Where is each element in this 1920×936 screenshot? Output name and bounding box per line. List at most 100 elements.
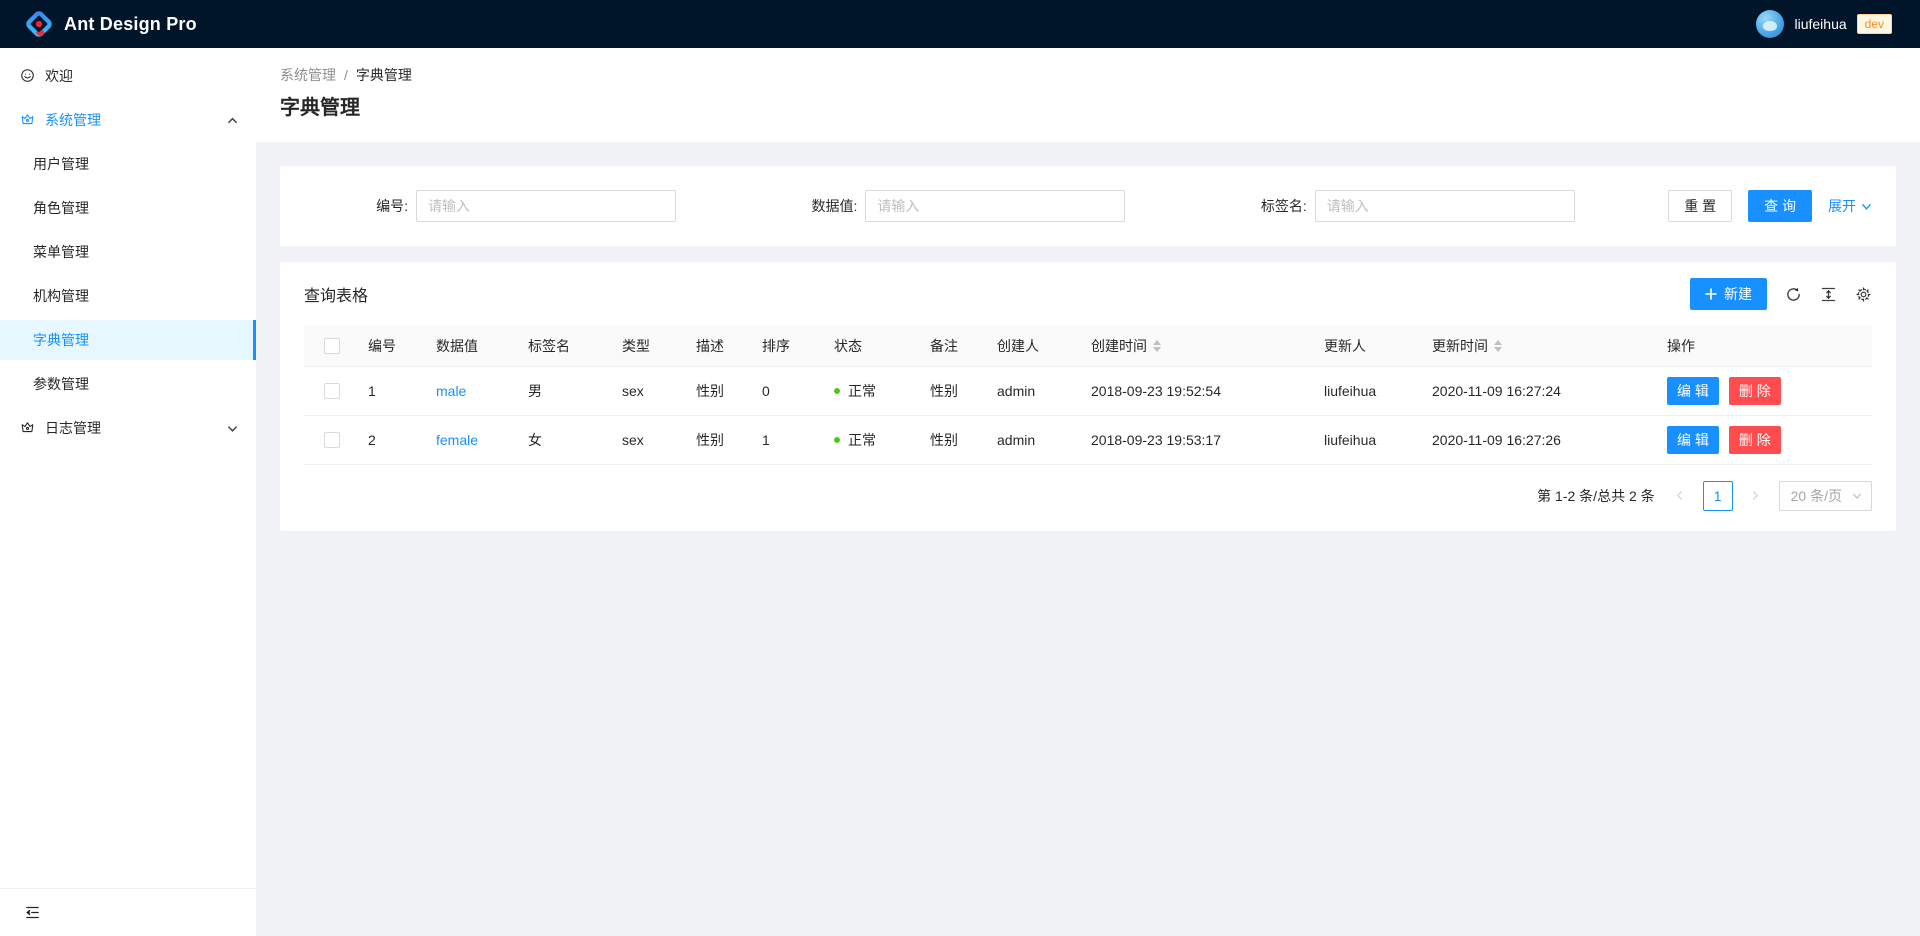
- new-button-label: 新建: [1724, 284, 1752, 304]
- page-size-select[interactable]: 20 条/页: [1779, 481, 1872, 511]
- cell-type: sex: [614, 366, 688, 415]
- search-field-id: 编号:: [304, 190, 753, 222]
- cell-sort: 1: [754, 415, 826, 464]
- crown-icon: [20, 112, 36, 128]
- search-field-tag-input[interactable]: [1315, 190, 1575, 222]
- sidebar-item-label: 机构管理: [33, 286, 89, 306]
- cell-tag: 男: [520, 366, 614, 415]
- breadcrumb-current: 字典管理: [356, 64, 412, 86]
- table-card: 查询表格 新建: [280, 262, 1896, 531]
- sidebar-item-param-management[interactable]: 参数管理: [0, 364, 256, 404]
- reset-button[interactable]: 重 置: [1668, 190, 1732, 222]
- user-avatar[interactable]: [1756, 10, 1784, 38]
- toolbar-actions: 新建: [1690, 278, 1872, 310]
- query-button[interactable]: 查 询: [1748, 190, 1812, 222]
- prev-page-icon[interactable]: [1665, 481, 1695, 511]
- search-form-card: 编号: 数据值: 标签名: 重 置 查 询 展开: [280, 166, 1896, 246]
- sidebar-item-label: 系统管理: [45, 110, 101, 130]
- sidebar-item-label: 角色管理: [33, 198, 89, 218]
- reload-icon[interactable]: [1785, 286, 1802, 303]
- sidebar-footer: [0, 888, 256, 936]
- sidebar-item-system-management[interactable]: 系统管理: [0, 100, 256, 140]
- sidebar-item-welcome[interactable]: 欢迎: [0, 56, 256, 96]
- page-number-1[interactable]: 1: [1703, 481, 1733, 511]
- row-checkbox[interactable]: [324, 432, 340, 448]
- edit-button[interactable]: 编 辑: [1667, 426, 1719, 454]
- cell-create-time: 2018-09-23 19:53:17: [1083, 415, 1316, 464]
- select-all-checkbox[interactable]: [324, 338, 340, 354]
- search-field-value: 数据值:: [753, 190, 1202, 222]
- chevron-down-icon: [1861, 201, 1872, 212]
- delete-button[interactable]: 删 除: [1729, 426, 1781, 454]
- sidebar-item-label: 日志管理: [45, 418, 101, 438]
- sort-carets-icon[interactable]: [1153, 340, 1161, 352]
- edit-button[interactable]: 编 辑: [1667, 377, 1719, 405]
- username[interactable]: liufeihua: [1794, 16, 1846, 32]
- top-header: Ant Design Pro liufeihua dev: [0, 0, 1920, 48]
- search-field-tag: 标签名:: [1203, 190, 1652, 222]
- table-header-row: 编号 数据值 标签名 类型 描述 排序 状态 备注 创建人 创建时间: [304, 326, 1872, 366]
- main: 编号: 数据值: 标签名: 重 置 查 询 展开: [256, 142, 1920, 936]
- cell-tag: 女: [520, 415, 614, 464]
- cell-type: sex: [614, 415, 688, 464]
- app-logo-area[interactable]: Ant Design Pro: [16, 9, 197, 39]
- data-table: 编号 数据值 标签名 类型 描述 排序 状态 备注 创建人 创建时间: [280, 326, 1896, 465]
- cell-creator: admin: [989, 415, 1083, 464]
- menu-fold-icon[interactable]: [24, 904, 41, 921]
- table-toolbar: 查询表格 新建: [280, 262, 1896, 326]
- sidebar-item-org-management[interactable]: 机构管理: [0, 276, 256, 316]
- col-header-value: 数据值: [428, 326, 520, 366]
- header-right: liufeihua dev: [1756, 10, 1904, 38]
- sidebar-item-log-management[interactable]: 日志管理: [0, 408, 256, 448]
- smile-icon: [20, 68, 36, 84]
- col-header-actions: 操作: [1659, 326, 1872, 366]
- search-fields: 编号: 数据值: 标签名:: [304, 190, 1652, 222]
- sidebar-menu: 欢迎 系统管理 用户管理 角色管理 菜单管理: [0, 48, 256, 888]
- pagination: 第 1-2 条/总共 2 条 1 20 条/页: [280, 465, 1896, 527]
- search-field-id-input[interactable]: [416, 190, 676, 222]
- page-size-label: 20 条/页: [1791, 486, 1842, 506]
- expand-link[interactable]: 展开: [1828, 196, 1872, 216]
- ant-design-logo-icon: [24, 9, 54, 39]
- chevron-down-icon: [227, 423, 238, 434]
- expand-link-label: 展开: [1828, 196, 1856, 216]
- table-row: 2 female 女 sex 性别 1 正常: [304, 415, 1872, 464]
- search-field-value-label: 数据值:: [753, 196, 865, 216]
- row-checkbox[interactable]: [324, 383, 340, 399]
- cell-update-time: 2020-11-09 16:27:24: [1424, 366, 1659, 415]
- status-badge: 正常: [834, 430, 876, 450]
- col-header-update-time: 更新时间: [1424, 326, 1659, 366]
- table-row: 1 male 男 sex 性别 0 正常: [304, 366, 1872, 415]
- cell-update-time: 2020-11-09 16:27:26: [1424, 415, 1659, 464]
- sidebar-item-role-management[interactable]: 角色管理: [0, 188, 256, 228]
- col-header-updater: 更新人: [1316, 326, 1424, 366]
- sidebar-item-menu-management[interactable]: 菜单管理: [0, 232, 256, 272]
- cell-updater: liufeihua: [1316, 415, 1424, 464]
- pagination-total: 第 1-2 条/总共 2 条: [1537, 486, 1654, 506]
- density-icon[interactable]: [1820, 286, 1837, 303]
- settings-gear-icon[interactable]: [1855, 286, 1872, 303]
- sidebar-item-dict-management[interactable]: 字典管理: [0, 320, 256, 360]
- sidebar-item-user-management[interactable]: 用户管理: [0, 144, 256, 184]
- sidebar-item-label: 参数管理: [33, 374, 89, 394]
- search-field-value-input[interactable]: [865, 190, 1125, 222]
- new-button[interactable]: 新建: [1690, 278, 1767, 310]
- cell-value-link[interactable]: female: [436, 432, 478, 448]
- col-header-remark: 备注: [922, 326, 989, 366]
- sort-carets-icon[interactable]: [1494, 340, 1502, 352]
- search-field-id-label: 编号:: [304, 196, 416, 216]
- sidebar-item-label: 字典管理: [33, 330, 89, 350]
- delete-button[interactable]: 删 除: [1729, 377, 1781, 405]
- plus-icon: [1705, 288, 1717, 300]
- col-header-status: 状态: [826, 326, 922, 366]
- cell-id: 2: [360, 415, 428, 464]
- cell-desc: 性别: [688, 415, 754, 464]
- col-header-type: 类型: [614, 326, 688, 366]
- breadcrumb-parent[interactable]: 系统管理: [280, 64, 336, 86]
- content-area: 系统管理 / 字典管理 字典管理 编号: 数据值: 标签名:: [256, 48, 1920, 936]
- cell-remark: 性别: [922, 366, 989, 415]
- cell-value-link[interactable]: male: [436, 383, 466, 399]
- next-page-icon[interactable]: [1741, 481, 1771, 511]
- cell-sort: 0: [754, 366, 826, 415]
- col-header-tag: 标签名: [520, 326, 614, 366]
